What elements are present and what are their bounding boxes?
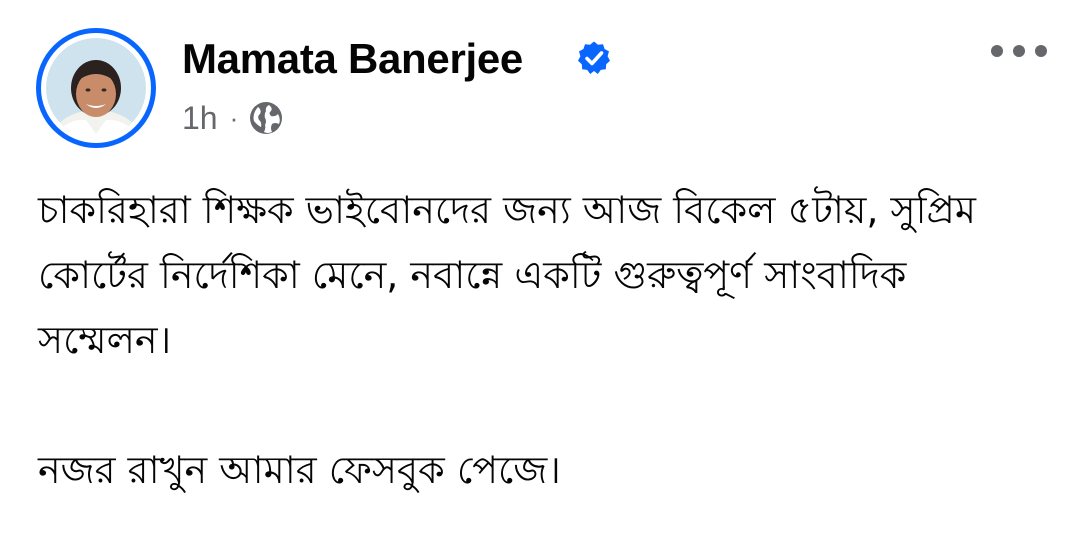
avatar[interactable] [36, 28, 156, 148]
meta-separator: · [229, 102, 239, 133]
post-body: চাকরিহারা শিক্ষক ভাইবোনদের জন্য আজ বিকেল… [38, 178, 1048, 503]
more-options-icon[interactable] [986, 36, 1052, 66]
facebook-post: Mamata Banerjee 1h · চাকরিহারা শিক্ষক ভা… [0, 0, 1080, 542]
author-name[interactable]: Mamata Banerjee [182, 34, 523, 84]
post-paragraph: নজর রাখুন আমার ফেসবুক পেজে। [38, 448, 561, 492]
profile-photo [46, 38, 146, 138]
globe-icon[interactable] [248, 100, 284, 136]
post-timestamp[interactable]: 1h [182, 100, 218, 137]
post-paragraph: চাকরিহারা শিক্ষক ভাইবোনদের জন্য আজ বিকেল… [38, 188, 976, 362]
avatar-ring-gap [41, 33, 151, 143]
verified-badge-icon [578, 41, 610, 74]
post-meta: 1h · [182, 98, 284, 138]
profile-photo-illustration [46, 38, 146, 138]
